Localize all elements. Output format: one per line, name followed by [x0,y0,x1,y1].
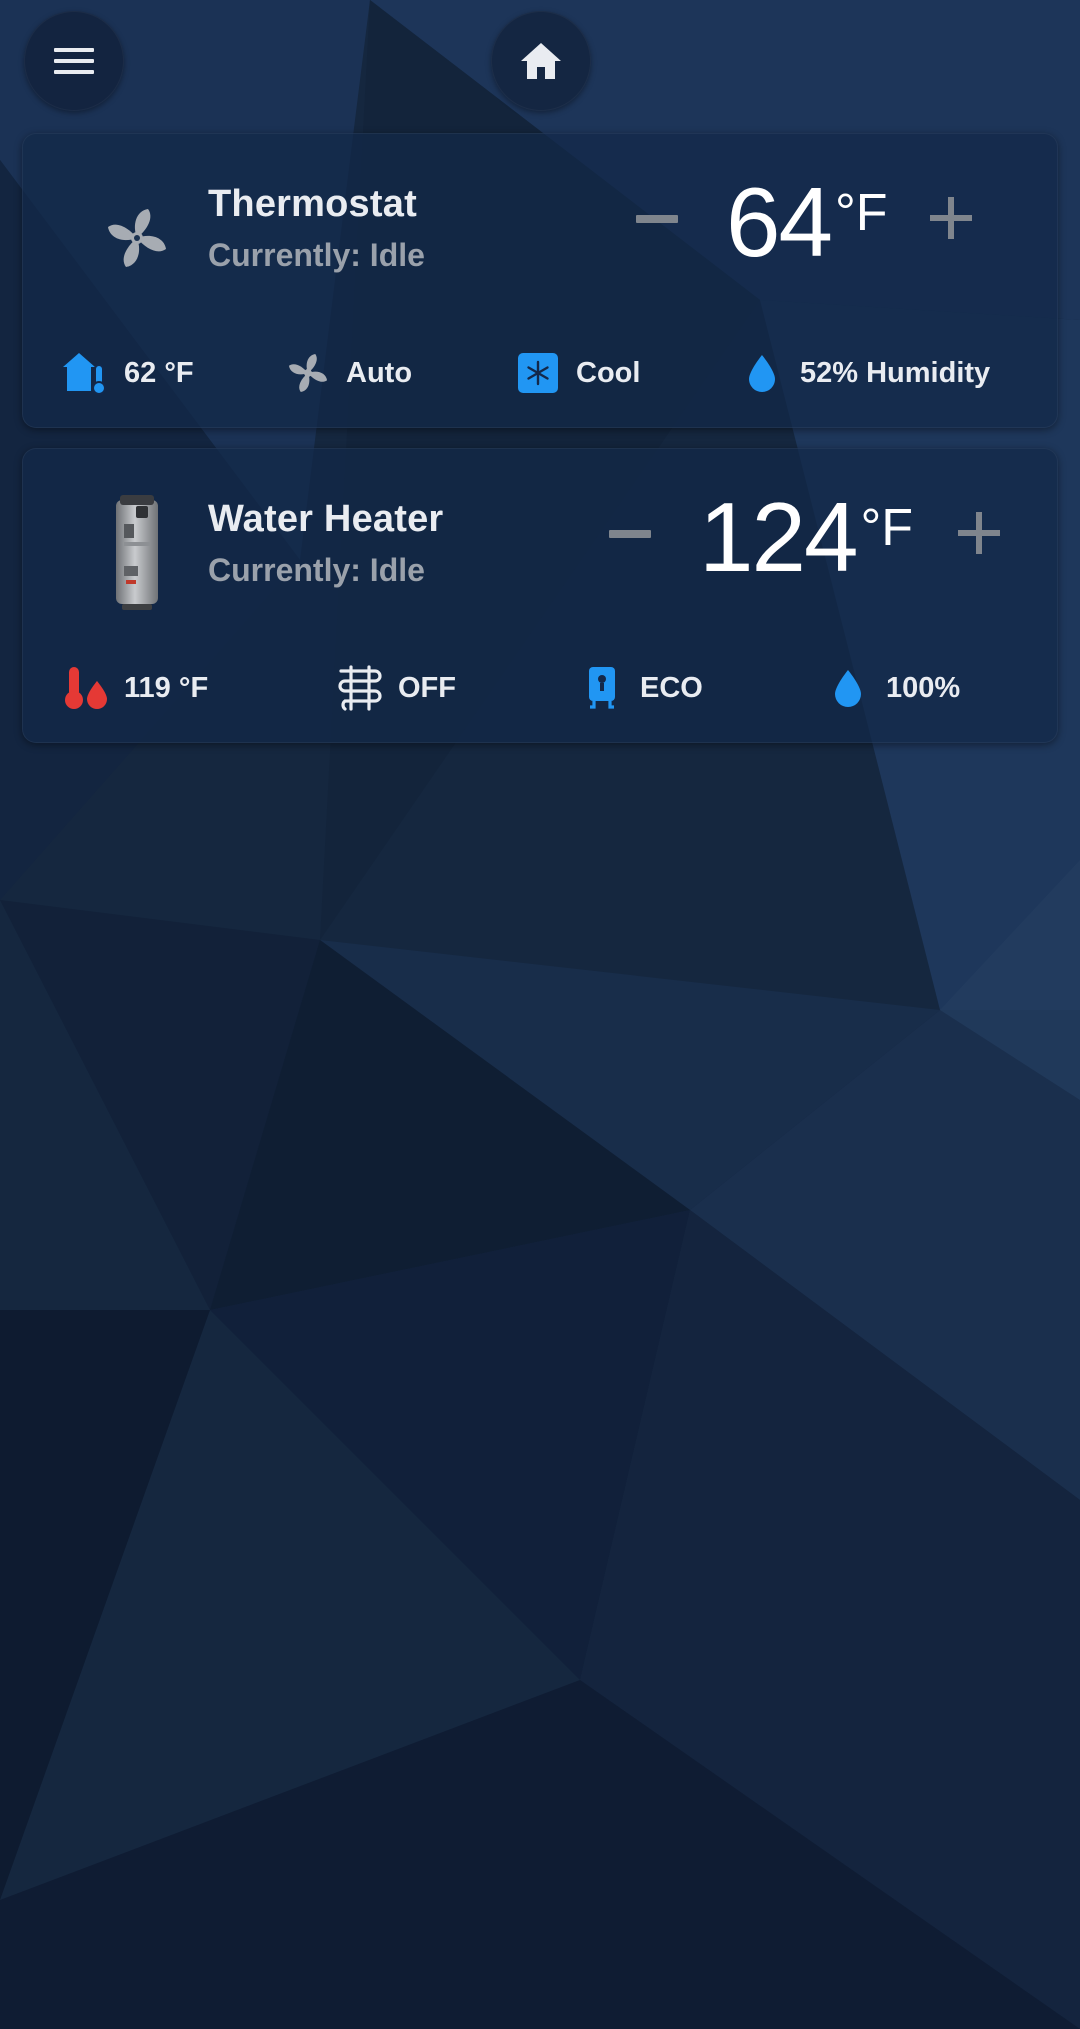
stat-label: ECO [640,671,703,704]
stat-label: Auto [346,356,413,389]
current-water-temperature: 119 °F [62,663,208,713]
water-heater-image [82,495,192,610]
fan-icon [284,349,332,397]
stat-label: Cool [576,356,641,389]
setpoint-display: 124 °F [699,488,913,586]
humidity: 52% Humidity [738,348,990,398]
stat-label: 100% [886,671,961,704]
menu-button[interactable] [24,11,124,111]
thermometer-water-icon [62,664,110,712]
stat-label: 52% Humidity [800,356,991,389]
fan-mode[interactable]: Auto [284,348,412,398]
decrease-button[interactable] [609,530,651,538]
water-boiler-icon [578,664,626,712]
device-name: Thermostat [208,183,417,225]
water-drop-icon [738,349,786,397]
setpoint-display: 64 °F [726,173,888,271]
heating-element[interactable]: OFF [336,663,456,713]
heating-coil-icon [336,664,384,712]
water-drop-icon [824,664,872,712]
stat-label: OFF [398,671,456,704]
tank-level: 100% [824,663,960,713]
increase-button[interactable] [930,197,972,239]
setpoint-value: 64 [726,167,833,277]
setpoint-value: 124 [699,482,859,592]
water-heater-card[interactable]: Water Heater Currently: Idle 124 °F 119 … [22,448,1058,743]
increase-button[interactable] [958,512,1000,554]
device-status: Currently: Idle [208,552,425,588]
hvac-mode[interactable]: Cool [514,348,640,398]
decrease-button[interactable] [636,215,678,223]
device-name: Water Heater [208,498,444,540]
home-icon [521,43,561,79]
indoor-temperature: 62 °F [62,348,194,398]
stat-label: 119 °F [124,671,209,704]
operation-mode[interactable]: ECO [578,663,703,713]
device-status: Currently: Idle [208,237,425,273]
stat-label: 62 °F [124,356,194,389]
snowflake-icon [514,349,562,397]
home-thermometer-icon [62,349,110,397]
fan-icon [82,183,192,293]
thermostat-card[interactable]: Thermostat Currently: Idle 64 °F 62 °F A… [22,133,1058,428]
setpoint-unit: °F [860,499,914,557]
menu-icon [54,48,94,74]
home-button[interactable] [491,11,591,111]
setpoint-unit: °F [835,184,888,242]
